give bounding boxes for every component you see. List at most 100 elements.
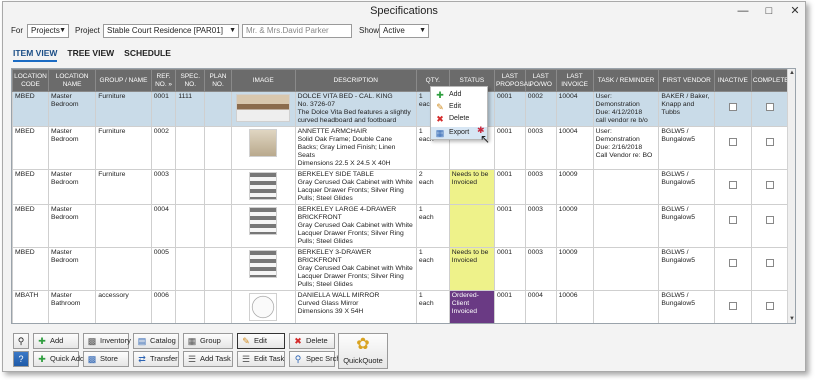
- description-cell: Chain Link Orange on Ivory Manila Hemp W…: [295, 324, 416, 325]
- tab-tree-view[interactable]: TREE VIEW: [67, 48, 114, 62]
- quickquote-button[interactable]: ✿ QuickQuote: [338, 333, 388, 369]
- column-header[interactable]: GROUP / NAME: [95, 69, 152, 92]
- column-header[interactable]: INACTIVE: [713, 69, 752, 92]
- context-menu-edit[interactable]: ✎ Edit: [431, 101, 487, 113]
- image-cell: [230, 91, 296, 127]
- complete-checkbox[interactable]: [765, 216, 774, 224]
- add-task-button[interactable]: ☰ Add Task: [183, 351, 233, 367]
- edit-task-button[interactable]: ☰ Edit Task: [237, 351, 285, 367]
- inactive-checkbox[interactable]: [728, 181, 737, 189]
- for-select-value: Projects: [31, 26, 60, 35]
- inactive-checkbox[interactable]: [728, 138, 737, 146]
- x-icon: ✖: [294, 336, 302, 346]
- column-header[interactable]: LAST INVOICE: [555, 69, 594, 92]
- table-row[interactable]: MBED Master Bedroom 0004 BERKELEY LARGE 4-D…: [12, 204, 790, 248]
- scroll-down-icon[interactable]: ▼: [788, 315, 795, 323]
- inactive-checkbox[interactable]: [728, 216, 737, 224]
- minimize-icon[interactable]: —: [737, 5, 749, 17]
- for-label: For: [11, 26, 23, 35]
- complete-checkbox[interactable]: [765, 103, 774, 111]
- store-button[interactable]: ▩ Store: [83, 351, 129, 367]
- column-header[interactable]: LAST PO/WO: [524, 69, 557, 92]
- column-header[interactable]: DESCRIPTION: [294, 69, 417, 92]
- client-field: Mr. & Mrs.David Parker: [242, 24, 352, 38]
- group-cell: [96, 324, 152, 325]
- po-cell: 0005: [525, 324, 556, 325]
- for-select[interactable]: Projects ▼: [27, 24, 69, 38]
- add-button[interactable]: ✚ Add: [33, 333, 79, 349]
- description-cell: BERKELEY 3-DRAWER BRICKFRONT Gray Ceruse…: [294, 247, 417, 291]
- inactive-checkbox[interactable]: [728, 302, 737, 310]
- table-row[interactable]: MBED Master Bedroom Furniture 0002 ANNETTE A…: [12, 126, 790, 170]
- tab-item-view[interactable]: ITEM VIEW: [13, 48, 58, 62]
- column-header[interactable]: REF. NO. »: [150, 69, 177, 92]
- vendor-cell: PJTD / Phillip Jeffries Ltd.: [659, 324, 715, 325]
- context-menu-add[interactable]: ✚ Add: [431, 89, 487, 101]
- inactive-cell: [713, 204, 752, 248]
- column-header[interactable]: COMPLETE: [750, 69, 790, 92]
- table-row[interactable]: MBED Master Bedroom Furniture 0001 1111 DOLCE…: [12, 91, 790, 127]
- vertical-scrollbar[interactable]: ▲ ▼: [787, 69, 795, 323]
- maximize-icon[interactable]: □: [763, 5, 775, 17]
- spec-cell: [175, 169, 206, 205]
- inactive-checkbox[interactable]: [728, 103, 737, 111]
- complete-cell: [751, 324, 788, 325]
- column-header[interactable]: LOCATION NAME: [47, 69, 97, 92]
- inventory-button[interactable]: ▩ Inventory: [83, 333, 131, 349]
- catalog-button[interactable]: ▤ Catalog: [133, 333, 179, 349]
- context-menu-delete[interactable]: ✖ Delete: [431, 113, 487, 125]
- table-body: MBED Master Bedroom Furniture 0001 1111 DOLCE…: [12, 91, 790, 325]
- delete-button[interactable]: ✖ Delete: [289, 333, 335, 349]
- column-header[interactable]: LOCATION CODE: [12, 69, 49, 92]
- spec-cell: [175, 247, 206, 291]
- spec-search-button[interactable]: ⚲ Spec Srch: [289, 351, 341, 367]
- plan-cell: [204, 290, 232, 323]
- scroll-up-icon[interactable]: ▲: [788, 69, 795, 77]
- quick-add-button[interactable]: ✚ Quick Add: [33, 351, 84, 367]
- complete-checkbox[interactable]: [765, 302, 774, 310]
- tab-schedule[interactable]: SCHEDULE: [124, 48, 171, 62]
- transfer-button[interactable]: ⇄ Transfer: [133, 351, 179, 367]
- show-label: Show: [359, 26, 380, 35]
- complete-checkbox[interactable]: [765, 259, 774, 267]
- help-button[interactable]: ?: [13, 351, 29, 367]
- export-icon: ▦: [435, 128, 445, 138]
- complete-checkbox[interactable]: [765, 181, 774, 189]
- close-icon[interactable]: ✕: [789, 5, 801, 17]
- group-button[interactable]: ▦ Group: [183, 333, 233, 349]
- specifications-grid: LOCATION CODE LOCATION NAME GROUP / NAME…: [11, 68, 796, 324]
- group-cell: [95, 247, 152, 291]
- cab-thumbnail: [249, 207, 278, 235]
- qty-cell: 48 yards: [416, 324, 449, 325]
- description-cell: ANNETTE ARMCHAIR Solid Oak Frame; Double…: [294, 126, 417, 170]
- inactive-cell: [713, 91, 752, 127]
- status-cell: Ordered-Client Invoiced: [448, 290, 495, 323]
- column-header[interactable]: IMAGE: [230, 69, 296, 92]
- image-cell: [230, 290, 296, 323]
- column-header[interactable]: TASK / REMINDER: [592, 69, 660, 92]
- column-header[interactable]: SPEC. NO.: [175, 69, 206, 92]
- status-cell: [448, 204, 495, 248]
- button-label: Add Task: [200, 354, 231, 363]
- table-row[interactable]: MBED Master Bedroom Furniture 0003 BERKELEY …: [12, 169, 790, 205]
- column-header[interactable]: LAST PROPOSAL: [493, 69, 532, 92]
- table-row[interactable]: MBATH Master Bathroom accessory 0006 DANIELL…: [12, 290, 790, 323]
- search-button[interactable]: ⚲: [13, 333, 29, 349]
- button-label: Delete: [306, 336, 328, 345]
- column-header[interactable]: PLAN NO.: [204, 69, 232, 92]
- table-row[interactable]: MBED Master Bedroom 0005 BERKELEY 3-DRAWER …: [12, 247, 790, 291]
- task-cell: [592, 290, 660, 323]
- project-select[interactable]: Stable Court Residence [PAR01] ▼: [103, 24, 239, 38]
- inactive-checkbox[interactable]: [728, 259, 737, 267]
- vendor-cell: BGLW5 / Bungalow5: [658, 204, 715, 248]
- table-row[interactable]: MBEDMaster Bedroom 0007 Chain Link Orange …: [13, 324, 789, 325]
- description-cell: DANIELLA WALL MIRROR Curved Glass Mirror…: [294, 290, 417, 323]
- show-select[interactable]: Active ▼: [379, 24, 429, 38]
- qty-cell: 2 each: [415, 169, 450, 205]
- chevron-down-icon: ▼: [229, 27, 236, 34]
- task-cell: [593, 324, 659, 325]
- column-header[interactable]: FIRST VENDOR: [658, 69, 715, 92]
- complete-checkbox[interactable]: [765, 138, 774, 146]
- edit-button[interactable]: ✎ Edit: [237, 333, 285, 349]
- status-cell: Needs to be Invoiced: [448, 169, 495, 205]
